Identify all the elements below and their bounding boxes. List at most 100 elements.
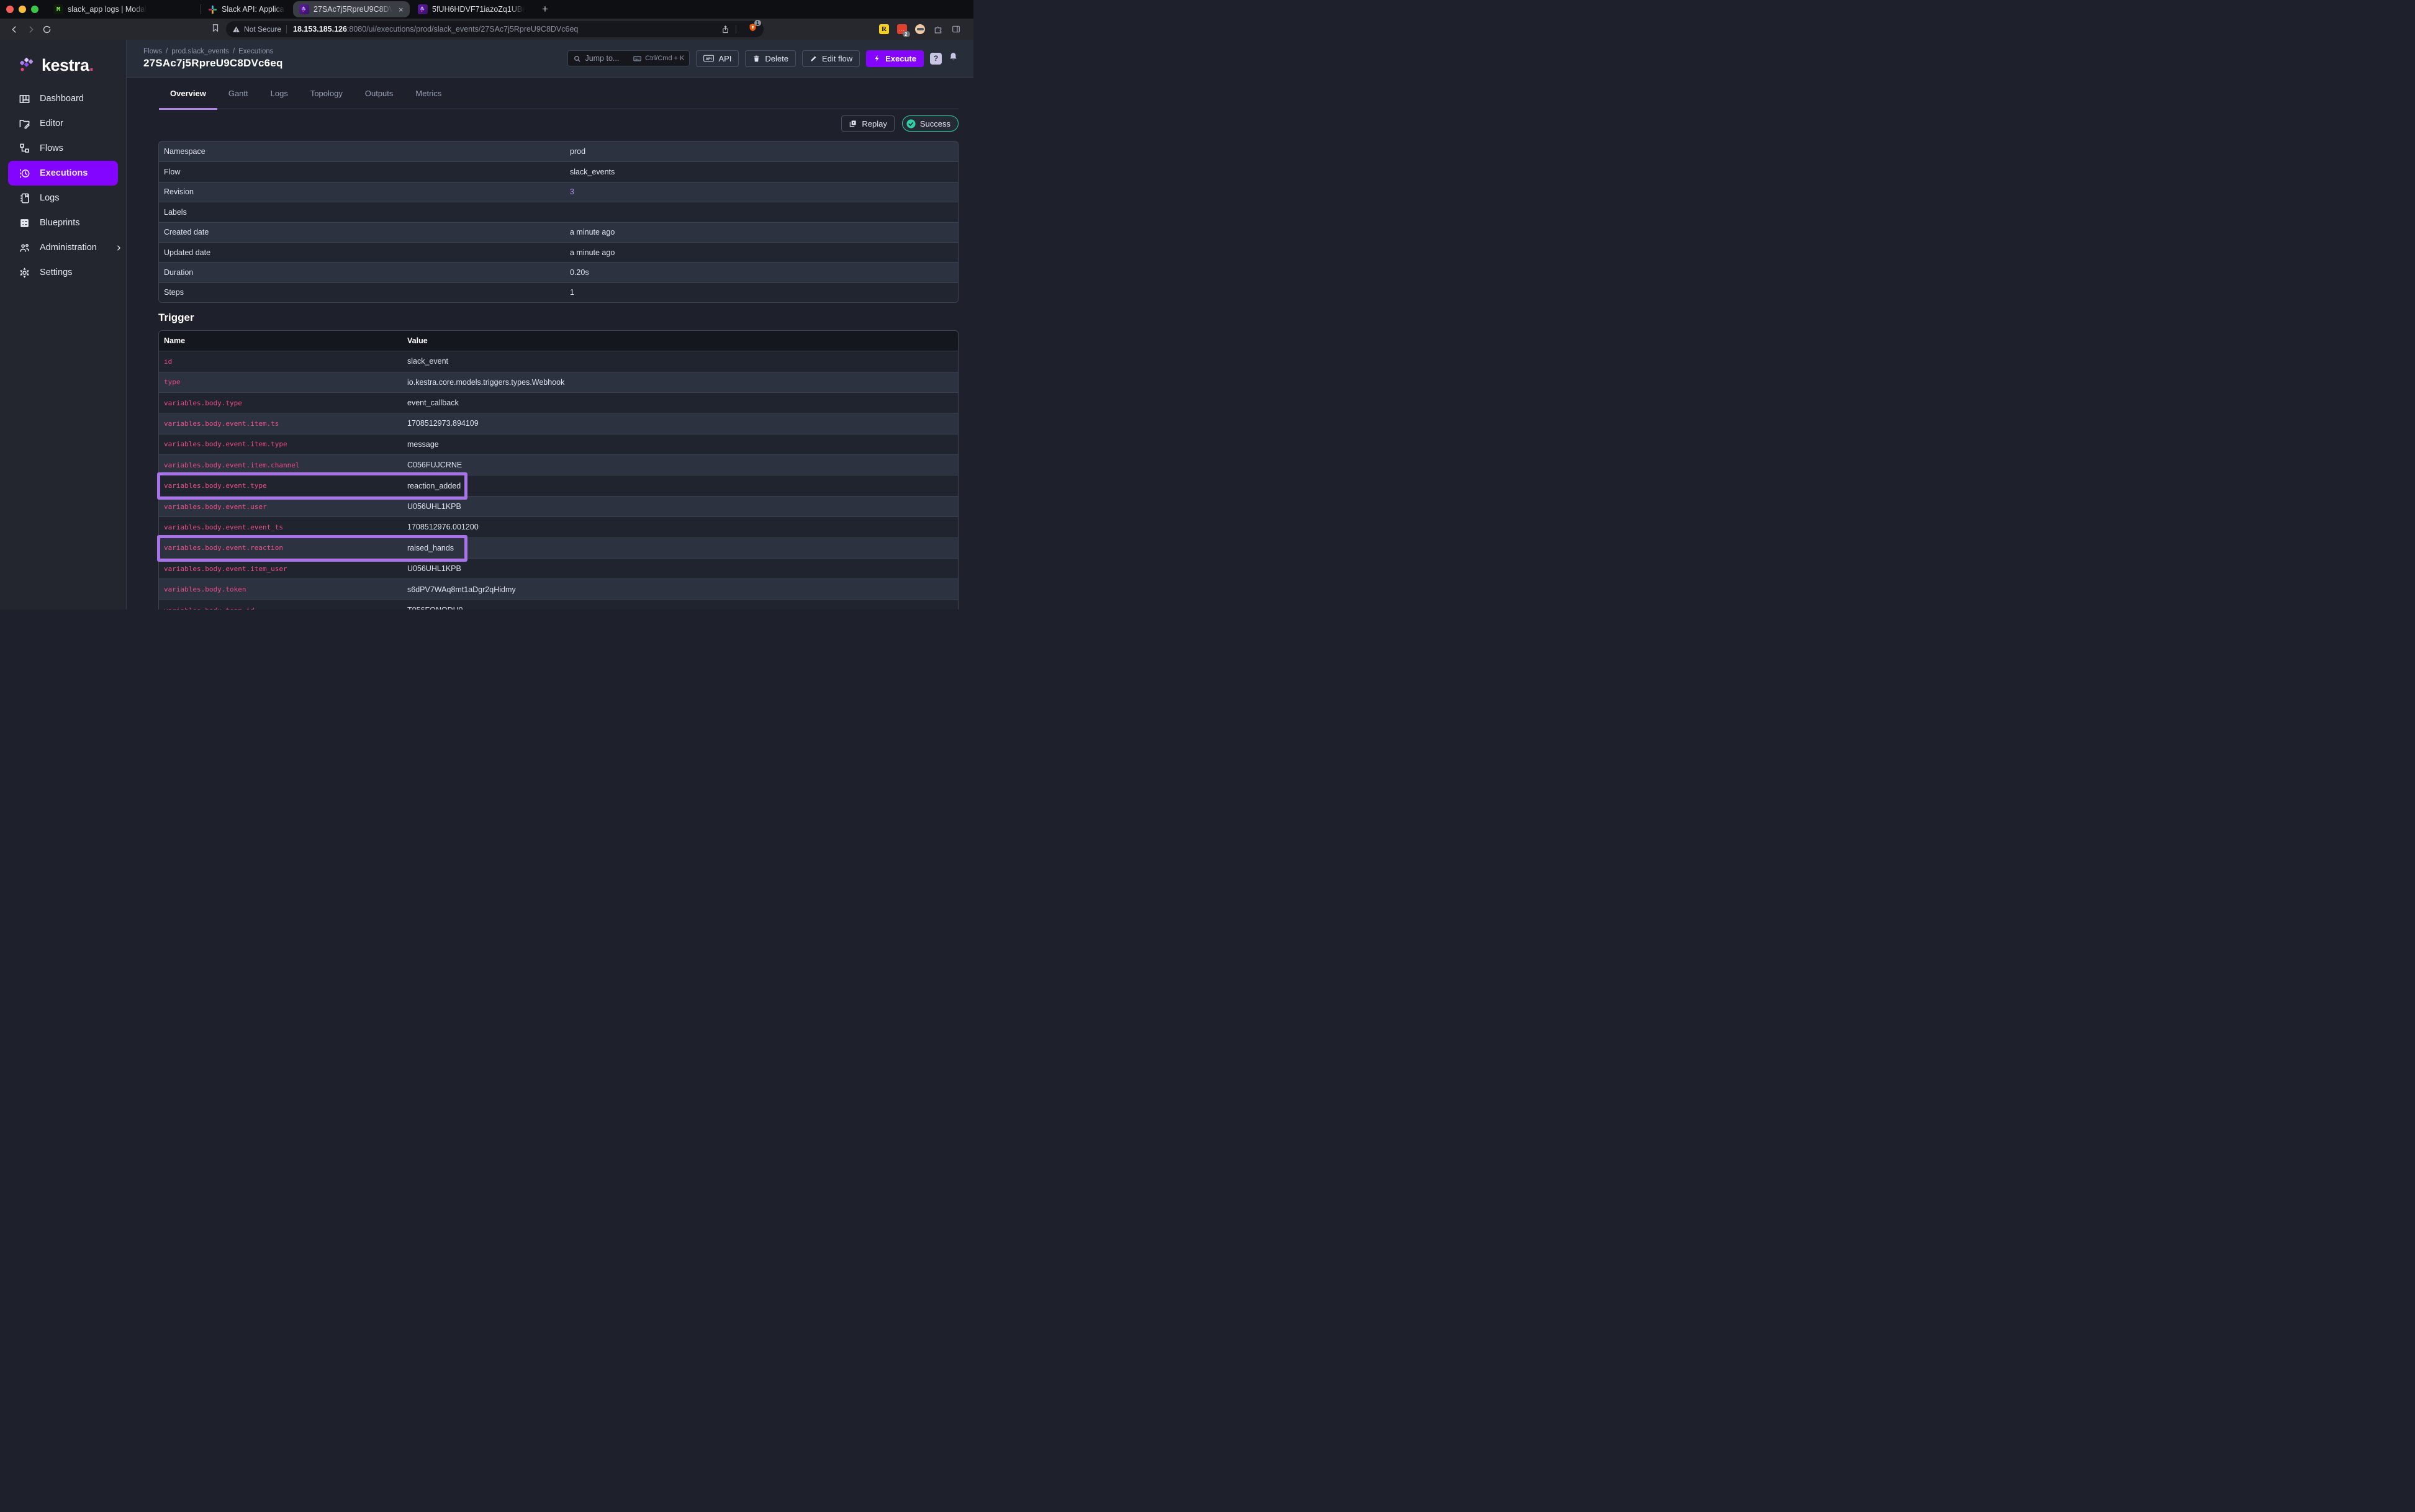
editor-icon <box>19 118 30 130</box>
breadcrumb-executions[interactable]: Executions <box>238 48 273 55</box>
tab-overview[interactable]: Overview <box>159 78 217 109</box>
sidebar-item-dashboard[interactable]: Dashboard <box>0 86 126 111</box>
r-extension-icon[interactable]: R <box>879 24 889 34</box>
table-row: typeio.kestra.core.models.triggers.types… <box>159 372 958 392</box>
sidebar-item-settings[interactable]: Settings <box>0 260 126 285</box>
delete-button[interactable]: Delete <box>745 50 796 67</box>
keyboard-icon <box>633 54 642 63</box>
table-row: variables.body.team_idT056FQNQDH9 <box>159 600 958 610</box>
row-value: a minute ago <box>570 228 615 236</box>
back-icon[interactable] <box>6 21 22 37</box>
kestra-favicon <box>299 4 309 14</box>
breadcrumb-flows[interactable]: Flows <box>143 48 162 55</box>
address-field[interactable]: Not Secure 18.153.185.126 :8080/ui/execu… <box>226 21 764 37</box>
bell-icon[interactable] <box>948 52 959 65</box>
status-badge: Success <box>902 115 959 132</box>
main-content: Flows / prod.slack_events / Executions 2… <box>127 40 973 610</box>
replay-button[interactable]: Replay <box>841 115 894 132</box>
edit-flow-button[interactable]: Edit flow <box>802 50 860 67</box>
table-row: Labels <box>159 202 958 222</box>
tab-gantt[interactable]: Gantt <box>217 78 260 109</box>
row-label: Steps <box>159 288 570 297</box>
sidebar-item-label: Flows <box>40 143 63 153</box>
tab-topology[interactable]: Topology <box>299 78 354 109</box>
red-extension-icon[interactable]: ...2 <box>897 24 907 34</box>
profile-avatar-icon[interactable] <box>915 24 925 34</box>
sidebar-item-executions[interactable]: Executions <box>8 161 118 186</box>
sidebar-item-administration[interactable]: Administration <box>0 235 126 260</box>
status-badge-label: Success <box>920 119 950 128</box>
warning-icon <box>232 25 240 34</box>
gear-icon <box>19 267 30 279</box>
tab-outputs[interactable]: Outputs <box>354 78 405 109</box>
sidebar: kestra. Dashboard Editor Flows Execution… <box>0 40 127 610</box>
extension-shield-icon[interactable]: 1 <box>748 23 757 35</box>
new-tab-button[interactable]: + <box>535 3 556 16</box>
reload-icon[interactable] <box>38 21 55 37</box>
browser-url-bar: Not Secure 18.153.185.126 :8080/ui/execu… <box>0 19 973 40</box>
window-controls <box>0 6 47 13</box>
modal-favicon: M <box>53 4 63 14</box>
row-label: Namespace <box>159 147 570 156</box>
trigger-heading: Trigger <box>158 312 959 324</box>
browser-tab-kestra-execution-active[interactable]: 27SAc7j5RpreU9C8DVc6eq | K × <box>293 1 410 17</box>
api-button[interactable]: API API <box>696 50 739 67</box>
table-row: variables.body.event.item.typemessage <box>159 434 958 454</box>
window-minimize-button[interactable] <box>19 6 26 13</box>
tab-metrics[interactable]: Metrics <box>404 78 453 109</box>
url-divider <box>286 25 287 34</box>
sidebar-item-label: Settings <box>40 268 72 277</box>
browser-tab-title: Slack API: Applications | Demos S <box>222 5 285 14</box>
row-key: variables.body.team_id <box>159 606 407 610</box>
breadcrumb-namespace[interactable]: prod.slack_events <box>171 48 229 55</box>
help-button[interactable]: ? <box>930 53 942 65</box>
api-icon: API <box>703 55 714 62</box>
row-value: io.kestra.core.models.triggers.types.Web… <box>407 378 564 387</box>
window-close-button[interactable] <box>6 6 14 13</box>
sidebar-item-label: Logs <box>40 193 59 203</box>
table-row: Duration0.20s <box>159 262 958 282</box>
jump-to-shortcut: Ctrl/Cmd + K <box>645 55 684 62</box>
browser-tab-slack-api[interactable]: Slack API: Applications | Demos S <box>201 0 291 19</box>
sidebar-item-blueprints[interactable]: Blueprints <box>0 210 126 235</box>
column-header-value: Value <box>407 336 428 345</box>
row-value: slack_event <box>407 357 448 366</box>
execute-button-label: Execute <box>885 54 916 63</box>
sidebar-item-label: Executions <box>40 168 88 178</box>
sidebar-item-flows[interactable]: Flows <box>0 136 126 161</box>
revision-link[interactable]: 3 <box>570 187 574 196</box>
bookmark-icon[interactable] <box>211 24 220 35</box>
execute-button[interactable]: Execute <box>866 50 924 67</box>
kestra-logo[interactable]: kestra. <box>17 56 126 75</box>
jump-to-search[interactable]: Jump to... Ctrl/Cmd + K <box>567 50 690 66</box>
sidebar-item-logs[interactable]: Logs <box>0 186 126 210</box>
row-value: s6dPV7WAq8mt1aDgr2qHidmy <box>407 585 516 594</box>
page-header: Flows / prod.slack_events / Executions 2… <box>127 40 973 78</box>
window-zoom-button[interactable] <box>31 6 38 13</box>
breadcrumb-separator: / <box>166 48 168 55</box>
browser-tab-modal[interactable]: M slack_app logs | Modal <box>47 0 201 19</box>
extensions-puzzle-icon[interactable] <box>933 24 943 34</box>
trigger-table-header: Name Value <box>159 331 958 351</box>
column-header-name: Name <box>159 336 407 345</box>
sidebar-nav: Dashboard Editor Flows Executions Logs B… <box>0 86 126 285</box>
table-row: Created datea minute ago <box>159 222 958 242</box>
row-key: variables.body.event.user <box>159 503 407 511</box>
tab-logs[interactable]: Logs <box>260 78 299 109</box>
edit-flow-button-label: Edit flow <box>822 54 852 63</box>
row-value: T056FQNQDH9 <box>407 606 463 610</box>
execution-tabs: Overview Gantt Logs Topology Outputs Met… <box>159 78 959 109</box>
side-panel-icon[interactable] <box>951 24 961 34</box>
browser-tab-title: 5fUH6HDVF71iazoZq1UBij | Kestra <box>432 5 525 14</box>
overview-table: Namespaceprod Flowslack_events Revision3… <box>158 141 959 303</box>
forward-icon[interactable] <box>22 21 38 37</box>
row-value: U056UHL1KPB <box>407 564 461 573</box>
row-value: raised_hands <box>407 544 454 552</box>
tab-close-icon[interactable]: × <box>399 5 404 14</box>
share-icon[interactable] <box>721 25 730 34</box>
browser-tab-title: slack_app logs | Modal <box>68 5 147 14</box>
row-key: variables.body.event.item.type <box>159 440 407 448</box>
sidebar-item-editor[interactable]: Editor <box>0 111 126 136</box>
slack-favicon <box>207 4 217 14</box>
browser-tab-kestra-flow[interactable]: 5fUH6HDVF71iazoZq1UBij | Kestra <box>412 0 535 19</box>
